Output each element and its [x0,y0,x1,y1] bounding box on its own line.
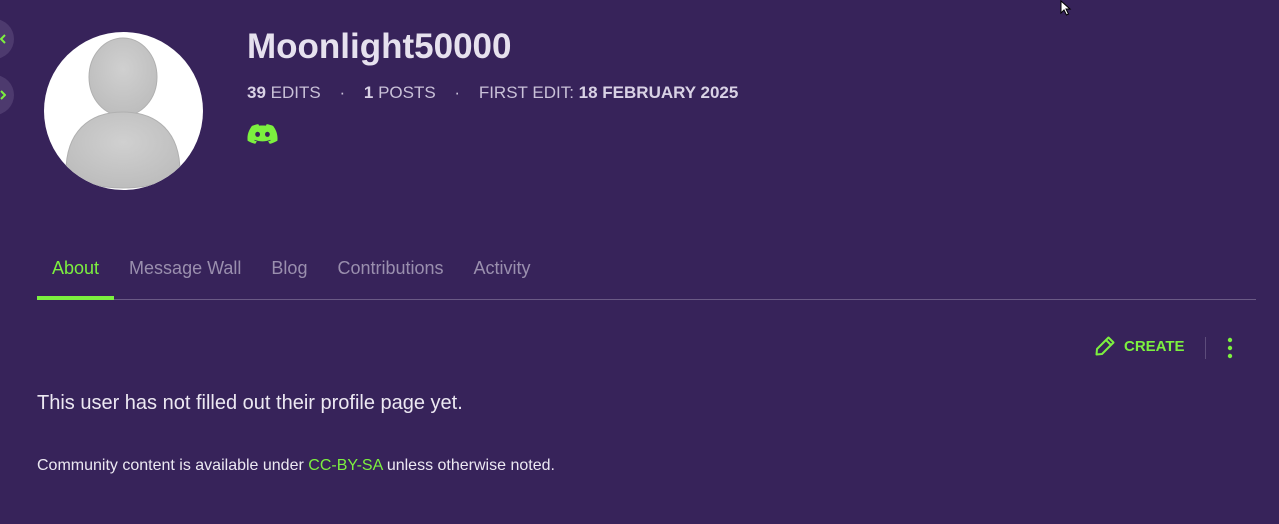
arrow-icon [0,90,6,100]
kebab-menu-icon [1227,337,1233,359]
profile-stats: 39 EDITS · 1 POSTS · FIRST EDIT: 18 FEBR… [247,83,738,103]
stats-separator: · [454,83,461,102]
license-suffix: unless otherwise noted. [386,457,555,474]
create-button[interactable]: CREATE [1094,334,1185,358]
discord-link[interactable] [247,124,278,144]
create-label: CREATE [1124,337,1185,355]
pencil-icon [1095,336,1115,356]
stats-separator: · [339,83,346,102]
side-tool-button[interactable] [0,19,14,59]
more-options-button[interactable] [1222,336,1238,360]
edits-label: EDITS [270,83,321,102]
edits-count: 39 [247,83,266,102]
license-notice: Community content is available under CC-… [37,456,555,476]
default-user-avatar-icon [65,37,181,189]
empty-profile-message: This user has not filled out their profi… [37,392,463,414]
user-profile-page: Moonlight50000 39 EDITS · 1 POSTS · FIRS… [0,0,1279,524]
tab-message-wall[interactable]: Message Wall [114,248,256,299]
license-link[interactable]: CC-BY-SA [308,457,382,474]
side-tool-button[interactable] [0,75,14,115]
tab-activity[interactable]: Activity [459,248,546,299]
avatar[interactable] [44,32,203,190]
tab-about[interactable]: About [37,248,115,300]
discord-icon [247,124,278,144]
posts-label: POSTS [378,83,436,102]
page-title: Moonlight50000 [247,27,512,66]
chevron-icon [0,34,6,44]
mouse-cursor-icon [1060,0,1072,16]
tab-contributions[interactable]: Contributions [322,248,458,299]
profile-tabs: About Message Wall Blog Contributions Ac… [37,248,1256,300]
first-edit-date: 18 FEBRUARY 2025 [578,83,739,102]
toolbar-divider [1205,337,1206,359]
tab-blog[interactable]: Blog [256,248,322,299]
first-edit-label: FIRST EDIT: [478,83,574,102]
license-prefix: Community content is available under [37,457,304,474]
posts-count: 1 [363,83,374,102]
